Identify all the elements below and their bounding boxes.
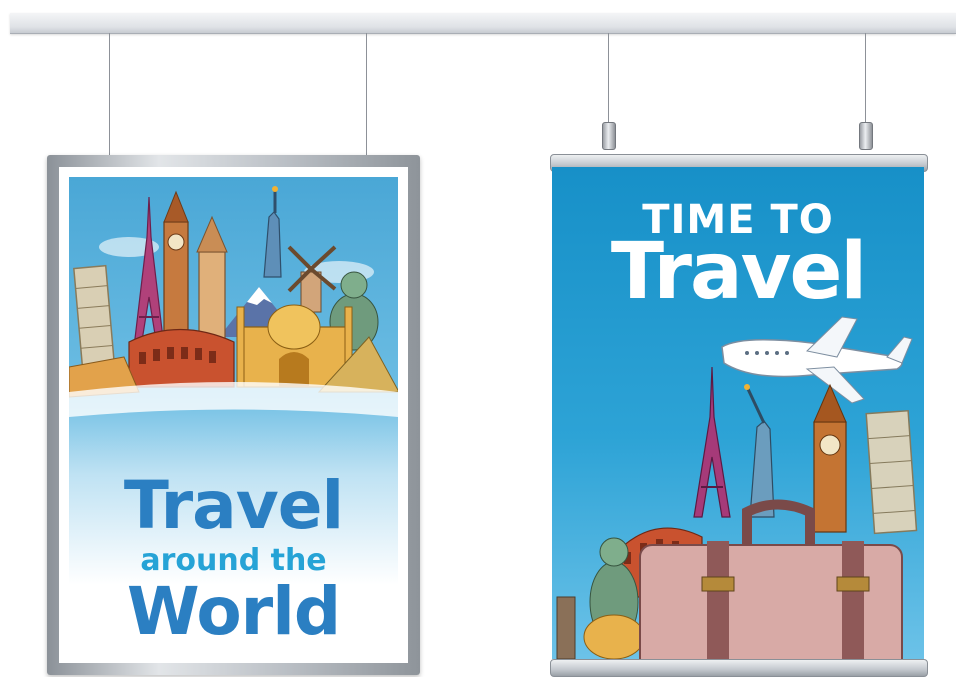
hanging-cable: [865, 33, 866, 123]
hanging-cable: [608, 33, 609, 123]
time-to-travel-poster: TIME TO Travel: [552, 167, 924, 659]
cable-clip: [859, 122, 873, 150]
airplane-icon: [721, 316, 913, 404]
hanging-cable: [366, 33, 367, 156]
suitcase-icon: [639, 499, 903, 659]
travel-world-poster: Travel around the World: [69, 177, 398, 657]
frame-mat: Travel around the World: [59, 167, 408, 663]
poster-frame: Travel around the World: [47, 155, 420, 675]
poster-title-2: World: [126, 573, 341, 650]
hanging-cable: [109, 33, 110, 156]
poster-title: Travel: [123, 467, 344, 544]
ceiling-rail: [10, 13, 956, 34]
travel-illustration: [556, 316, 918, 659]
cable-clip: [602, 122, 616, 150]
poster-bottom-rail: [550, 659, 928, 677]
